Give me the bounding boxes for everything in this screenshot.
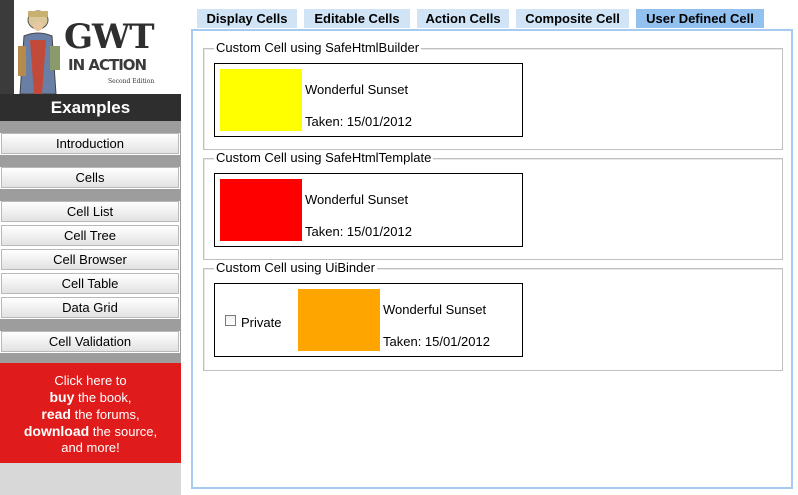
nav-separator [0,189,181,201]
promo-download-rest: the source, [89,424,158,439]
sidebar: GWT IN ACTION Second Edition Examples In… [0,0,181,495]
fieldset-uibinder: Custom Cell using UiBinder Private Wonde… [203,261,783,371]
nav-introduction-button[interactable]: Introduction [1,133,179,154]
promo-buy-rest: the book, [74,390,132,405]
nav-separator [0,353,181,363]
tab-editable-cells[interactable]: Editable Cells [304,9,410,28]
sidebar-footer [0,463,181,495]
promo-read-rest: the forums, [70,407,140,422]
promo-line-1: Click here to [54,373,127,388]
photo-title: Wonderful Sunset [305,192,409,207]
logo-edition: Second Edition [108,78,155,85]
custom-cell: Wonderful Sunset Taken: 15/01/2012 [214,63,523,137]
promo-line-4: download the source, [0,423,181,440]
nav-cell-table-button[interactable]: Cell Table [1,273,179,294]
nav-separator [0,319,181,331]
promo-line-5: and more! [61,440,120,455]
fieldset-safehtmlbuilder: Custom Cell using SafeHtmlBuilder Wonder… [203,41,783,150]
custom-cell: Wonderful Sunset Taken: 15/01/2012 [214,173,523,247]
promo-line-2: buy the book, [0,389,181,406]
private-checkbox[interactable] [225,315,236,326]
fieldset-legend: Custom Cell using UiBinder [214,260,377,275]
nav-cell-validation-button[interactable]: Cell Validation [1,331,179,352]
nav-separator [0,121,181,133]
examples-header: Examples [0,94,181,121]
logo-dark-strip [0,0,14,94]
tab-display-cells[interactable]: Display Cells [197,9,297,28]
fieldset-safehtmltemplate: Custom Cell using SafeHtmlTemplate Wonde… [203,151,783,260]
tab-panel: Custom Cell using SafeHtmlBuilder Wonder… [191,29,793,489]
gwt-in-action-logo[interactable]: GWT IN ACTION Second Edition [0,0,181,94]
tab-action-cells[interactable]: Action Cells [417,9,509,28]
photo-swatch [220,179,302,241]
photo-taken-date: Taken: 15/01/2012 [305,114,412,129]
tab-user-defined-cell[interactable]: User Defined Cell [636,9,764,28]
custom-cell: Private Wonderful Sunset Taken: 15/01/20… [214,283,523,357]
photo-taken-date: Taken: 15/01/2012 [383,334,490,349]
promo-read: read [41,406,71,422]
promo-link[interactable]: Click here to buy the book, read the for… [0,363,181,463]
nav-cell-browser-button[interactable]: Cell Browser [1,249,179,270]
nav-cells-button[interactable]: Cells [1,167,179,188]
nav-cell-tree-button[interactable]: Cell Tree [1,225,179,246]
fieldset-legend: Custom Cell using SafeHtmlBuilder [214,40,422,55]
logo-title: GWT [64,17,155,57]
photo-swatch [220,69,302,131]
nav-cell-list-button[interactable]: Cell List [1,201,179,222]
photo-title: Wonderful Sunset [305,82,409,97]
fieldset-legend: Custom Cell using SafeHtmlTemplate [214,150,434,165]
tab-composite-cell[interactable]: Composite Cell [516,9,629,28]
promo-buy: buy [49,389,75,405]
photo-taken-date: Taken: 15/01/2012 [305,224,412,239]
photo-title: Wonderful Sunset [383,302,487,317]
logo-subtitle: IN ACTION [68,56,147,74]
nav-separator [0,155,181,167]
photo-swatch [298,289,380,351]
private-checkbox-label[interactable]: Private [241,315,281,330]
promo-download: download [23,423,90,439]
logo-figure-illustration [18,10,60,94]
promo-line-3: read the forums, [0,406,181,423]
nav-data-grid-button[interactable]: Data Grid [1,297,179,318]
